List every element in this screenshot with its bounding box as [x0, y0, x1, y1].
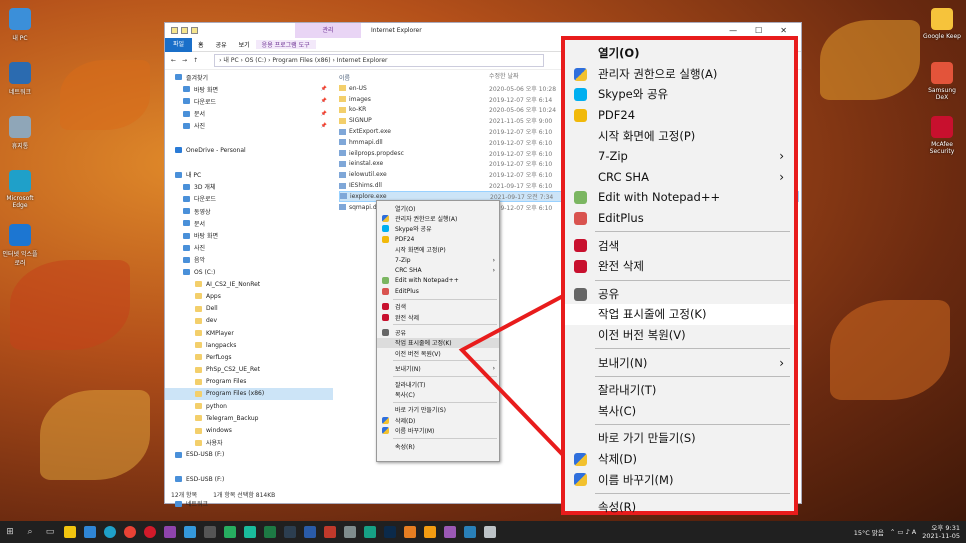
- app-icon[interactable]: [420, 521, 440, 543]
- menu-item[interactable]: 삭제(D): [565, 449, 794, 470]
- menu-item-label: 시작 화면에 고정(P): [598, 128, 696, 143]
- notepad-icon: [574, 191, 587, 205]
- menu-separator: [595, 279, 790, 281]
- menu-item[interactable]: 이름 바꾸기(M): [565, 469, 794, 490]
- menu-separator: [595, 424, 790, 426]
- shield-icon: [574, 473, 587, 487]
- mail-icon[interactable]: [80, 521, 100, 543]
- menu-item-label: 복사(C): [598, 403, 637, 418]
- menu-item-label: 작업 표시줄에 고정(K): [598, 307, 707, 322]
- app-icon[interactable]: [160, 521, 180, 543]
- menu-item-label: 이전 버전 복원(V): [598, 328, 686, 343]
- menu-item-label: 검색: [598, 238, 620, 253]
- shield-icon: [574, 67, 587, 81]
- menu-item[interactable]: 바로 가기 만들기(S): [565, 428, 794, 449]
- weather-status[interactable]: 15°C 맑음: [854, 527, 884, 537]
- chevron-right-icon: ›: [779, 355, 784, 370]
- search-icon[interactable]: ⌕: [20, 521, 40, 543]
- menu-item[interactable]: PDF24: [565, 105, 794, 126]
- app-icon[interactable]: [180, 521, 200, 543]
- menu-item[interactable]: 완전 삭제: [565, 256, 794, 277]
- menu-item[interactable]: 시작 화면에 고정(P): [565, 125, 794, 146]
- file-explorer-icon[interactable]: [60, 521, 80, 543]
- app-icon[interactable]: [200, 521, 220, 543]
- photoshop-icon[interactable]: [380, 521, 400, 543]
- excel-icon[interactable]: [260, 521, 280, 543]
- menu-item[interactable]: 검색: [565, 235, 794, 256]
- app-icon[interactable]: [400, 521, 420, 543]
- menu-item-label: 삭제(D): [598, 451, 637, 466]
- menu-item[interactable]: 보내기(N) ›: [565, 352, 794, 373]
- tray-icons[interactable]: ⌃ ▭ ♪ A: [890, 528, 916, 536]
- menu-item[interactable]: 공유: [565, 284, 794, 305]
- share-icon: [574, 287, 587, 301]
- app-icon[interactable]: [440, 521, 460, 543]
- app-icon[interactable]: [340, 521, 360, 543]
- app-icon[interactable]: [360, 521, 380, 543]
- taskbar: ⊞ ⌕ ▭ 15°C 맑음 ⌃ ▭ ♪ A 오후 9:31 2021-11-05: [0, 521, 966, 543]
- menu-item-label: 열기(O): [598, 46, 640, 61]
- clock[interactable]: 오후 9:31 2021-11-05: [922, 524, 960, 540]
- start-button[interactable]: ⊞: [0, 521, 20, 543]
- menu-separator: [595, 375, 790, 377]
- opera-icon[interactable]: [140, 521, 160, 543]
- word-icon[interactable]: [300, 521, 320, 543]
- editplus-icon: [574, 211, 587, 225]
- menu-item-label: 바로 가기 만들기(S): [598, 431, 696, 446]
- menu-separator: [595, 492, 790, 494]
- mcafee-icon: [574, 259, 587, 273]
- menu-item-label: EditPlus: [598, 211, 644, 226]
- menu-item-label: 완전 삭제: [598, 259, 644, 274]
- app-icon[interactable]: [460, 521, 480, 543]
- callout-pointer: [458, 294, 565, 457]
- menu-item-label: CRC SHA: [598, 169, 649, 184]
- menu-item[interactable]: Skype와 공유: [565, 84, 794, 105]
- app-icon[interactable]: [220, 521, 240, 543]
- menu-item[interactable]: CRC SHA ›: [565, 167, 794, 188]
- menu-separator: [595, 231, 790, 233]
- menu-item-label: PDF24: [598, 108, 636, 123]
- menu-item[interactable]: 잘라내기(T): [565, 380, 794, 401]
- shield-icon: [574, 452, 587, 466]
- edge-icon[interactable]: [100, 521, 120, 543]
- menu-item[interactable]: EditPlus: [565, 208, 794, 229]
- menu-separator: [595, 348, 790, 350]
- mcafee-icon: [574, 239, 587, 253]
- menu-item[interactable]: 이전 버전 복원(V): [565, 325, 794, 346]
- system-tray: 15°C 맑음 ⌃ ▭ ♪ A 오후 9:31 2021-11-05: [854, 524, 966, 540]
- app-icon[interactable]: [240, 521, 260, 543]
- menu-item[interactable]: 열기(O): [565, 43, 794, 64]
- chrome-icon[interactable]: [120, 521, 140, 543]
- app-icon[interactable]: [480, 521, 500, 543]
- menu-item-label: 보내기(N): [598, 355, 648, 370]
- chevron-right-icon: ›: [779, 149, 784, 164]
- menu-item-label: 속성(R): [598, 500, 637, 515]
- chevron-right-icon: ›: [779, 169, 784, 184]
- menu-item-label: Skype와 공유: [598, 87, 669, 102]
- menu-item[interactable]: 속성(R): [565, 497, 794, 518]
- menu-item[interactable]: Edit with Notepad++: [565, 187, 794, 208]
- task-view-icon[interactable]: ▭: [40, 521, 60, 543]
- menu-item-label: 이름 바꾸기(M): [598, 472, 674, 487]
- context-menu-enlarged: 열기(O) 관리자 권한으로 실행(A) Skype와 공유 PDF24 시작 화면에 …: [561, 36, 798, 515]
- menu-item-label: 관리자 권한으로 실행(A): [598, 66, 718, 81]
- menu-item[interactable]: 관리자 권한으로 실행(A): [565, 64, 794, 85]
- skype-icon: [574, 88, 587, 102]
- app-icon[interactable]: [280, 521, 300, 543]
- menu-item[interactable]: 작업 표시줄에 고정(K): [565, 304, 794, 325]
- menu-item-label: Edit with Notepad++: [598, 190, 721, 205]
- menu-item-label: 공유: [598, 286, 620, 301]
- menu-item[interactable]: 복사(C): [565, 401, 794, 422]
- pdf24-icon: [574, 108, 587, 122]
- app-icon[interactable]: [320, 521, 340, 543]
- menu-item-label: 7-Zip: [598, 149, 628, 164]
- menu-item-label: 잘라내기(T): [598, 383, 657, 398]
- menu-item[interactable]: 7-Zip ›: [565, 146, 794, 167]
